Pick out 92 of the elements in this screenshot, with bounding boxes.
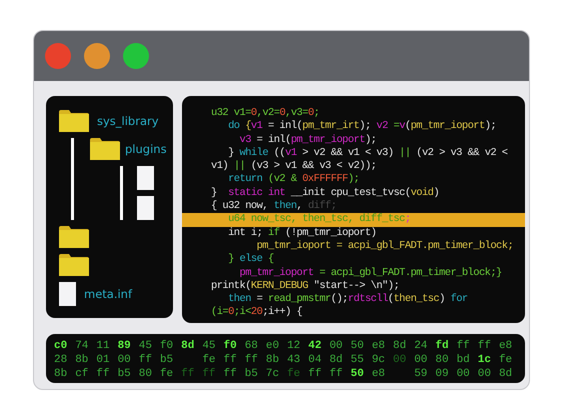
hex-byte: 89: [118, 339, 132, 353]
hex-byte: ff: [96, 367, 111, 381]
hex-byte: 11: [96, 339, 111, 353]
code-line: } static int __init cpu_test_tvsc(void): [210, 186, 440, 200]
hex-byte: ff: [456, 339, 471, 353]
window-control-button[interactable]: [123, 43, 149, 69]
hex-byte: f0: [224, 339, 238, 353]
tree-item-label[interactable]: sys_library: [97, 114, 159, 128]
code-line: do {v1 = inl(pm_tmr_irt); v2 =v(pm_tmr_ioport);: [227, 120, 498, 134]
hex-byte: 8d: [393, 339, 408, 353]
hex-byte: 8d: [181, 339, 196, 353]
hex-byte: fd: [435, 339, 450, 353]
tree-item-label[interactable]: meta.inf: [84, 286, 132, 302]
hex-byte: e8: [498, 339, 514, 353]
code-line: } else {: [227, 253, 275, 267]
hex-byte: e8: [372, 339, 386, 353]
hex-byte: 28: [54, 353, 68, 367]
hex-byte: ff: [478, 339, 492, 353]
hex-byte: 8b: [75, 353, 90, 367]
hex-byte: 09: [435, 367, 450, 381]
hex-byte: b5: [160, 353, 174, 367]
hex-byte: fe: [498, 353, 514, 367]
hex-byte: 7c: [266, 367, 280, 381]
folder-icon: [59, 226, 89, 248]
code-line: pm_tmr_ioport = acpi_gbl_FADT.pm_timer_block;: [256, 240, 514, 253]
code-line: then = read_pmstmr();rdtscll(then_tsc) for: [227, 293, 469, 306]
hex-byte: 59: [414, 367, 428, 381]
hex-byte: 9c: [372, 353, 386, 367]
code-line: } while ((v1 > v2 && v1 < v3) || (v2 > v3 && v2 <: [227, 146, 508, 160]
hex-byte: 50: [350, 367, 365, 381]
hex-byte: 43: [287, 353, 302, 367]
code-line: printk(KERN_DEBUG "start--> \n");: [210, 280, 400, 293]
hex-byte: 55: [350, 353, 365, 367]
hex-byte: 00: [414, 353, 428, 367]
hex-byte: f0: [160, 339, 174, 353]
hex-byte: 01: [96, 353, 111, 367]
code-line: u32 v1=0,v2=0,v3=0;: [210, 107, 320, 120]
hex-byte: ff: [329, 367, 344, 381]
hex-byte: 8b: [54, 367, 68, 381]
hex-byte: fe: [287, 367, 302, 381]
hex-byte: ff: [181, 367, 196, 381]
hex-byte: 80: [435, 353, 450, 367]
hex-byte: ff: [224, 353, 238, 367]
file-icon: [137, 166, 154, 190]
file-icon: [59, 282, 76, 306]
code-line: int i; if (!pm_tmr_ioport): [227, 226, 378, 240]
hex-byte: 45: [202, 339, 217, 353]
hex-byte: 00: [456, 367, 471, 381]
code-line: pm_tmr_ioport = acpi_gbl_FADT.pm_timer_block;}: [238, 266, 503, 280]
hex-byte: 00: [478, 367, 492, 381]
hex-byte: b5: [244, 367, 259, 381]
hex-byte: e8: [372, 367, 386, 381]
hex-byte: fe: [160, 367, 174, 381]
hex-byte: c0: [54, 339, 68, 353]
hex-byte: 04: [308, 353, 322, 367]
hex-byte: 42: [308, 339, 322, 353]
code-line: return (v2 & 0xFFFFFF);: [227, 173, 360, 187]
tree-item-label[interactable]: plugins: [125, 142, 167, 156]
folder-icon: [59, 254, 89, 276]
hex-byte: fe: [202, 353, 217, 367]
hex-byte: ff: [244, 353, 259, 367]
hex-byte: 00: [118, 353, 132, 367]
window-control-button[interactable]: [45, 43, 71, 69]
hex-byte: 1c: [478, 353, 492, 367]
hex-byte: 00: [393, 353, 408, 367]
window-control-button[interactable]: [84, 43, 110, 69]
hex-byte: 74: [75, 339, 90, 353]
hex-byte: bd: [456, 353, 471, 367]
folder-icon: [90, 138, 120, 160]
hex-byte: ff: [138, 353, 153, 367]
hex-byte: 12: [287, 339, 302, 353]
code-line: v3 = inl(pm_tmr_ioport);: [238, 134, 378, 147]
hex-byte: 8b: [266, 353, 280, 367]
code-line: v1) || (v3 > v1 && v3 < v2));: [210, 160, 378, 173]
code-line: (i=0;i<20;i++) {: [210, 306, 304, 320]
hex-byte: ff: [308, 367, 322, 381]
hex-byte: 68: [244, 339, 259, 353]
hex-byte: b5: [118, 367, 132, 381]
hex-byte: 8d: [498, 367, 514, 381]
hex-byte: 00: [329, 339, 344, 353]
folder-icon: [59, 110, 89, 132]
code-line: { u32 now, then, diff;: [210, 200, 338, 213]
hex-byte: 45: [138, 339, 153, 353]
hex-byte: 24: [414, 339, 428, 353]
hex-byte: ff: [224, 367, 238, 381]
file-icon: [137, 196, 154, 220]
hex-byte: ff: [202, 367, 217, 381]
hex-byte: 50: [350, 339, 365, 353]
hex-byte: cf: [75, 367, 90, 381]
hex-byte: e0: [266, 339, 280, 353]
hex-byte: 80: [138, 367, 153, 381]
hex-byte: 8d: [329, 353, 344, 367]
